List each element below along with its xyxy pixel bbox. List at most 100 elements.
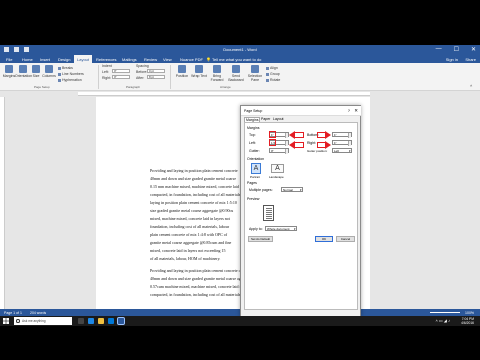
- edge-browser-icon[interactable]: [88, 318, 94, 324]
- word-count[interactable]: 204 words: [30, 311, 46, 315]
- collapse-ribbon-icon[interactable]: ˄: [470, 83, 472, 88]
- ok-button[interactable]: OK: [315, 236, 333, 242]
- multiple-pages-select[interactable]: Normal ▾: [281, 187, 303, 192]
- file-explorer-icon[interactable]: [98, 318, 104, 324]
- tab-view[interactable]: View: [163, 57, 172, 62]
- maximize-button[interactable]: ☐: [454, 46, 459, 53]
- line-numbers-button[interactable]: Line Numbers: [58, 72, 84, 76]
- hyphenation-button[interactable]: Hyphenation: [58, 78, 82, 82]
- highlight-box: [269, 131, 276, 138]
- annotation-arrow: [294, 142, 304, 148]
- apply-to-label: Apply to:: [249, 227, 263, 231]
- group-label: Group: [270, 72, 280, 76]
- tab-review[interactable]: Review: [144, 57, 157, 62]
- orientation-header: Orientation: [247, 157, 265, 161]
- search-placeholder: Ask me anything: [22, 319, 46, 323]
- apply-to-select[interactable]: Whole document ▾: [265, 226, 297, 231]
- spin-arrows-icon[interactable]: [285, 133, 288, 138]
- task-view-icon[interactable]: [78, 318, 84, 324]
- landscape-option[interactable]: A: [271, 164, 284, 173]
- tab-references[interactable]: References: [96, 57, 116, 62]
- position-label: Position: [175, 74, 189, 78]
- spacing-before-input[interactable]: 0 pt: [147, 69, 165, 73]
- spacing-after-input[interactable]: 8 pt: [147, 75, 165, 79]
- tab-layout[interactable]: Layout: [74, 55, 93, 63]
- indent-left-label: Left:: [102, 70, 109, 74]
- send-backward-label: Send Backward: [228, 74, 244, 82]
- rotate-button[interactable]: Rotate: [266, 78, 280, 82]
- sign-in-link[interactable]: Sign in: [446, 57, 458, 62]
- breaks-button[interactable]: Breaks: [58, 66, 73, 70]
- windows-start-icon[interactable]: [3, 318, 9, 324]
- share-button[interactable]: Share: [465, 57, 476, 62]
- chevron-down-icon: ▾: [293, 227, 296, 231]
- taskbar-search-box[interactable]: Ask me anything: [14, 317, 72, 325]
- zoom-slider[interactable]: [430, 312, 460, 313]
- chevron-down-icon: ▾: [299, 188, 302, 192]
- line-numbers-label: Line Numbers: [62, 72, 84, 76]
- multiple-pages-value: Normal: [283, 188, 293, 192]
- tab-mailings[interactable]: Mailings: [122, 57, 137, 62]
- right-label: Right:: [307, 141, 317, 145]
- size-icon: [32, 65, 40, 73]
- orientation-button[interactable]: Orientation: [15, 65, 32, 78]
- spin-arrows-icon[interactable]: [285, 141, 288, 146]
- taskbar-clock[interactable]: 7:04 PM 4/6/2016: [461, 317, 474, 326]
- columns-button[interactable]: Columns: [42, 65, 56, 78]
- help-icon[interactable]: ?: [348, 108, 350, 113]
- system-tray-icons[interactable]: ˄ ▭ ◢ ♪: [435, 318, 450, 323]
- window-title: Document1 - Word: [223, 47, 257, 52]
- position-button[interactable]: Position: [174, 65, 190, 78]
- tell-me-box[interactable]: 💡 Tell me what you want to do: [206, 57, 261, 62]
- horizontal-ruler[interactable]: [78, 92, 370, 96]
- portrait-option[interactable]: A: [251, 163, 261, 174]
- left-label: Left:: [249, 141, 256, 145]
- breaks-icon: [58, 66, 61, 70]
- gutter-position-select[interactable]: Left ▾: [332, 148, 352, 153]
- vertical-ruler[interactable]: [0, 97, 5, 309]
- gutter-input[interactable]: 0": [269, 148, 289, 154]
- tab-design[interactable]: Design: [58, 57, 70, 62]
- bottom-input[interactable]: 1": [332, 132, 352, 138]
- zoom-level[interactable]: 100%: [465, 311, 474, 315]
- ribbon-separator: [170, 65, 171, 89]
- store-icon[interactable]: [108, 318, 114, 324]
- ribbon-tabs: File Home Insert Design Layout Reference…: [0, 55, 480, 63]
- wrap-text-icon: [195, 65, 203, 73]
- tab-home[interactable]: Home: [22, 57, 33, 62]
- size-button[interactable]: Size: [31, 65, 41, 78]
- wrap-text-button[interactable]: Wrap Text: [191, 65, 207, 78]
- spacing-before-label: Before:: [136, 70, 148, 74]
- align-label: Align: [270, 66, 278, 70]
- set-as-default-button[interactable]: Set As Default: [248, 236, 273, 242]
- bottom-value: 1": [334, 133, 337, 137]
- arrow-right-icon: [325, 140, 331, 149]
- word-taskbar-icon[interactable]: [117, 317, 125, 325]
- page-count[interactable]: Page 1 of 1: [4, 311, 22, 315]
- spin-arrows-icon[interactable]: [348, 141, 351, 146]
- cancel-button[interactable]: Cancel: [336, 236, 355, 242]
- indent-left-input[interactable]: 0": [112, 69, 130, 73]
- margins-button[interactable]: Margins: [2, 65, 16, 78]
- minimize-button[interactable]: —: [436, 46, 442, 53]
- indent-header: Indent: [102, 64, 112, 68]
- align-button[interactable]: Align: [266, 66, 278, 70]
- page-preview: [263, 205, 274, 221]
- close-button[interactable]: ✕: [471, 46, 476, 53]
- gutter-value: 0": [271, 149, 274, 153]
- chevron-down-icon: ▾: [348, 149, 351, 153]
- right-input[interactable]: 1": [332, 140, 352, 146]
- tab-nuance-pdf[interactable]: Nuance PDF: [180, 57, 203, 62]
- selection-pane-button[interactable]: Selection Pane: [246, 65, 264, 82]
- indent-right-input[interactable]: 0": [112, 75, 130, 79]
- landscape-label: Landscape: [269, 175, 284, 179]
- dialog-close-icon[interactable]: ✕: [354, 108, 358, 114]
- group-button[interactable]: Group: [266, 72, 280, 76]
- send-backward-button[interactable]: Send Backward: [227, 65, 245, 82]
- spin-arrows-icon[interactable]: [348, 133, 351, 138]
- bring-forward-button[interactable]: Bring Forward: [208, 65, 226, 82]
- arrow-right-icon: [325, 130, 331, 139]
- tab-file[interactable]: File: [6, 57, 12, 62]
- tab-insert[interactable]: Insert: [40, 57, 50, 62]
- spin-arrows-icon[interactable]: [285, 149, 288, 154]
